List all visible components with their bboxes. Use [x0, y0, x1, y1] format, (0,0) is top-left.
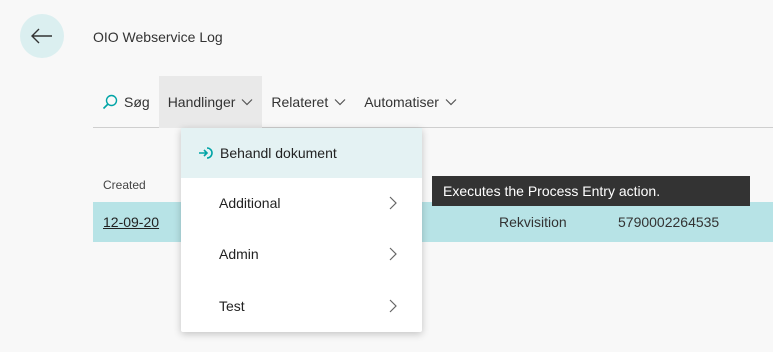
automate-menu-button[interactable]: Automatiser [355, 76, 466, 128]
actions-dropdown-menu: Behandl dokument Additional Admin Test [181, 128, 422, 332]
back-button[interactable] [20, 14, 64, 58]
chevron-right-icon [389, 299, 397, 313]
actions-label: Handlinger [167, 93, 236, 110]
column-header-created[interactable]: Created [103, 178, 146, 192]
search-icon [102, 94, 118, 109]
menu-item-label: Test [219, 298, 245, 314]
chevron-right-icon [389, 196, 397, 210]
actions-menu-button[interactable]: Handlinger [158, 75, 263, 128]
related-label: Relateret [271, 93, 329, 110]
menu-item-label: Admin [219, 246, 259, 262]
action-bar: Søg Handlinger Relateret Automatiser [93, 75, 773, 128]
process-document-icon [199, 147, 213, 159]
arrow-left-icon [31, 28, 52, 44]
automate-label: Automatiser [364, 93, 439, 110]
search-button[interactable]: Søg [93, 76, 159, 128]
chevron-down-icon [334, 98, 346, 106]
chevron-right-icon [389, 247, 397, 261]
menu-item-process-document[interactable]: Behandl dokument [181, 128, 422, 178]
menu-item-label: Behandl dokument [220, 145, 337, 161]
type-cell: Rekvisition [499, 214, 567, 230]
menu-item-admin[interactable]: Admin [181, 229, 422, 279]
related-menu-button[interactable]: Relateret [262, 76, 355, 128]
search-label: Søg [124, 93, 150, 110]
menu-item-label: Additional [219, 195, 281, 211]
menu-item-additional[interactable]: Additional [181, 178, 422, 228]
chevron-down-icon [445, 98, 457, 106]
chevron-down-icon [241, 98, 253, 106]
menu-item-test[interactable]: Test [181, 281, 422, 331]
number-cell: 5790002264535 [618, 214, 720, 230]
tooltip: Executes the Process Entry action. [432, 176, 750, 206]
created-cell[interactable]: 12-09-20 [103, 214, 159, 230]
page-title: OIO Webservice Log [93, 29, 223, 45]
